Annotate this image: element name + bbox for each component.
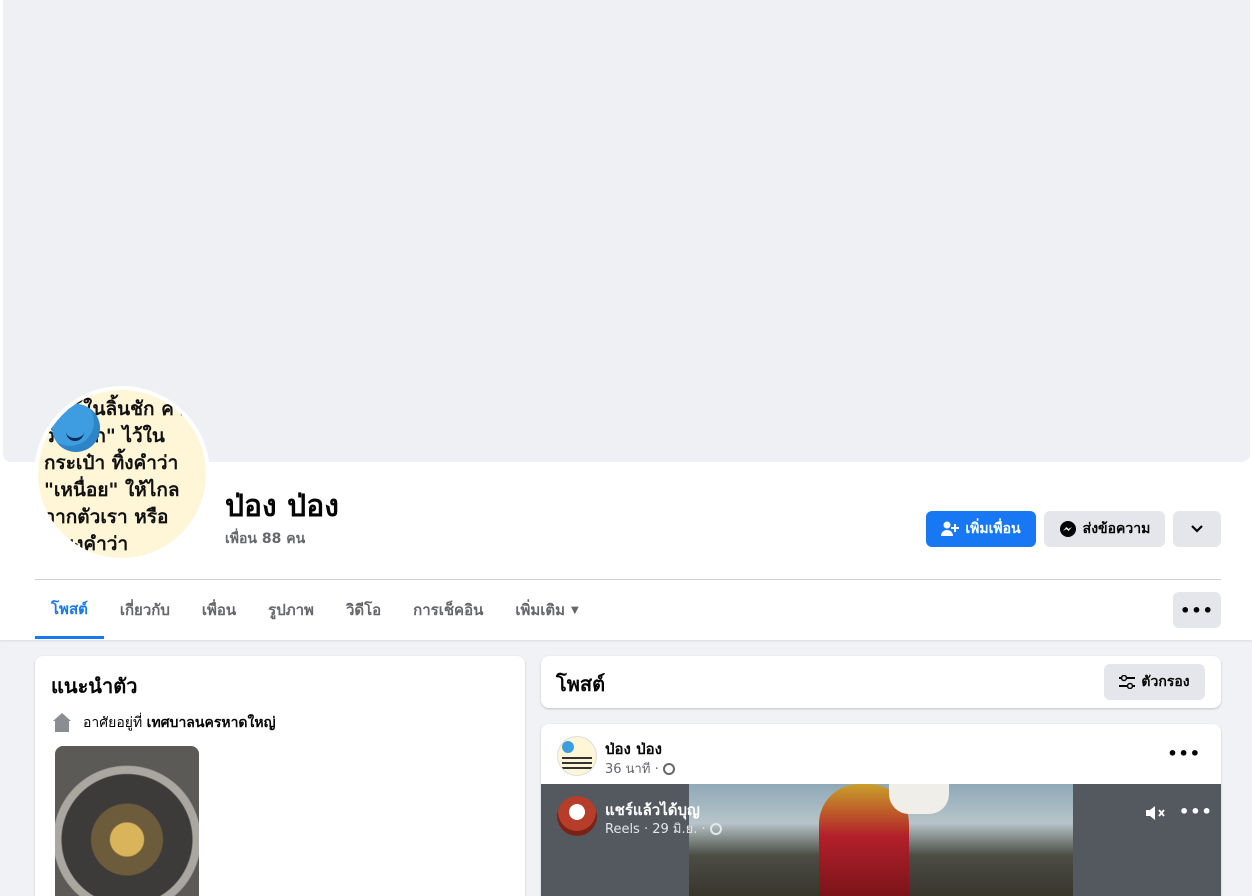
caret-down-icon: ▼ [571,604,579,616]
tab-posts[interactable]: โพสต์ [35,581,104,639]
tab-about[interactable]: เกี่ยวกับ [104,581,186,639]
messenger-icon [1059,521,1076,537]
cover-photo[interactable] [3,0,1250,462]
lives-in-place[interactable]: เทศบาลนครหาดใหญ่ [147,715,276,731]
post-card: ป่อง ป่อง 36 นาที · ••• แชร์แล้วได้บุญ R… [541,724,1221,896]
message-label: ส่งข้อความ [1082,521,1151,537]
globe-emoji-icon [52,404,100,452]
chevron-down-icon [1191,525,1203,533]
add-friend-button[interactable]: เพิ่มเพื่อน [926,511,1036,547]
intro-lives-in: อาศัยอยู่ที่ เทศบาลนครหาดใหญ่ [51,712,276,734]
tab-more[interactable]: เพิ่มเติม ▼ [499,581,594,639]
profile-name: ป่อง ป่อง [225,489,339,524]
filter-label: ตัวกรอง [1141,674,1190,690]
profile-tabs: โพสต์ เกี่ยวกับ เพื่อน รูปภาพ วิดีโอ การ… [35,581,595,639]
tab-friends[interactable]: เพื่อน [186,581,252,639]
intro-title: แนะนำตัว [51,674,138,698]
posts-title: โพสต์ [556,672,606,696]
friend-count[interactable]: เพื่อน 88 คน [225,528,305,550]
reel-options-button[interactable]: ••• [1179,802,1213,821]
post-author-avatar[interactable] [557,736,597,776]
filter-button[interactable]: ตัวกรอง [1104,664,1205,700]
add-friend-label: เพิ่มเพื่อน [965,521,1021,537]
tab-videos[interactable]: วิดีโอ [330,581,397,639]
posts-header-card: โพสต์ ตัวกรอง [541,656,1221,708]
reel-meta: Reels · 29 มิ.ย. · [605,818,722,839]
tab-more-label: เพิ่มเติม [515,601,566,619]
featured-photo[interactable] [55,746,199,896]
mute-icon[interactable] [1145,804,1167,827]
reel-video[interactable] [689,784,1073,896]
intro-card: แนะนำตัว อาศัยอยู่ที่ เทศบาลนครหาดใหญ่ [35,656,525,896]
message-button[interactable]: ส่งข้อความ [1044,511,1165,547]
globe-icon [662,762,675,775]
globe-icon [709,822,722,835]
post-options-button[interactable]: ••• [1167,744,1201,763]
more-dots-icon: ••• [1167,744,1201,763]
filter-icon [1119,675,1136,689]
home-icon [51,713,71,733]
profile-avatar[interactable]: …ไว้ในลิ้นชัก คำว่า "พัก" ไว้ในกระเป๋า ท… [34,386,210,562]
tab-checkins[interactable]: การเช็คอิน [397,581,499,639]
profile-header: …ไว้ในลิ้นชัก คำว่า "พัก" ไว้ในกระเป๋า ท… [0,0,1252,640]
post-meta: 36 นาที · [605,758,675,779]
tabs-more-options-button[interactable]: ••• [1173,592,1221,628]
reel-date: Reels · 29 มิ.ย. · [605,822,706,837]
person-plus-icon [941,521,960,536]
tab-photos[interactable]: รูปภาพ [252,581,330,639]
profile-options-button[interactable] [1173,511,1221,547]
more-dots-icon: ••• [1180,600,1214,620]
post-time[interactable]: 36 นาที · [605,758,659,779]
avatar-image: …ไว้ในลิ้นชัก คำว่า "พัก" ไว้ในกระเป๋า ท… [38,390,206,558]
lives-in-prefix: อาศัยอยู่ที่ [83,715,143,731]
reel-page-avatar[interactable] [557,796,597,836]
header-divider [35,579,1221,580]
shared-reel[interactable]: แชร์แล้วได้บุญ Reels · 29 มิ.ย. · ••• [541,784,1221,896]
more-dots-icon: ••• [1179,802,1213,821]
